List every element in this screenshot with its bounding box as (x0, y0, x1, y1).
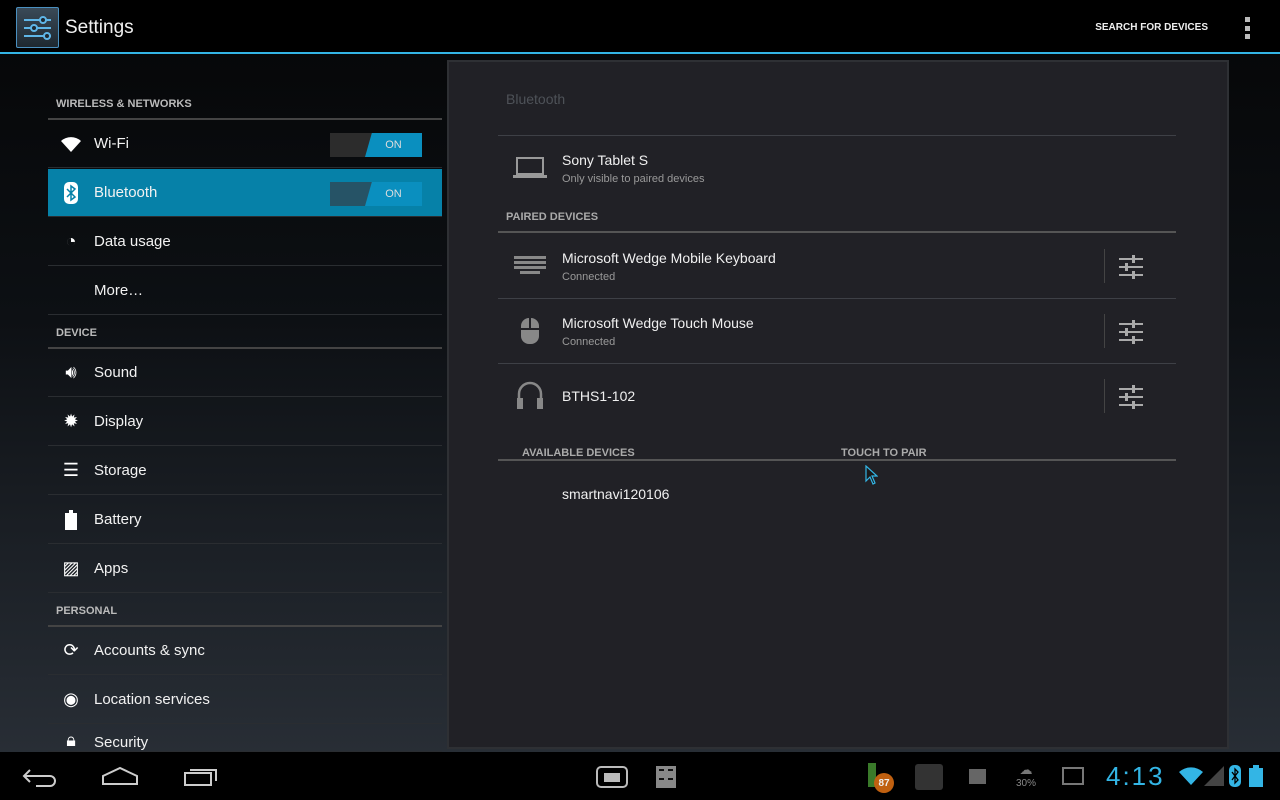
battery-notification-icon[interactable]: 87 (866, 763, 896, 793)
clock[interactable]: 4:13 (1106, 761, 1165, 792)
recent-apps-icon[interactable] (183, 766, 219, 786)
sidebar-item-label: Bluetooth (94, 184, 158, 201)
device-settings-icon[interactable] (1119, 255, 1143, 279)
sidebar-item-label: Storage (94, 462, 147, 479)
paired-devices-header: PAIRED DEVICES (506, 211, 599, 223)
wifi-icon (48, 135, 94, 153)
search-for-devices-button[interactable]: SEARCH FOR DEVICES (1095, 22, 1208, 33)
sidebar-item-label: Apps (94, 560, 129, 577)
sidebar-item-location[interactable]: ◉ Location services (48, 676, 442, 724)
device-name: BTHS1-102 (562, 388, 636, 404)
mouse-pointer-icon (865, 465, 878, 485)
sidebar-item-label: More… (94, 282, 144, 299)
calculator-icon[interactable] (656, 766, 676, 788)
device-settings-icon[interactable] (1119, 385, 1143, 409)
touch-to-pair-label: TOUCH TO PAIR (841, 447, 927, 459)
storage-icon: ☰ (62, 460, 80, 480)
app-notification-icon[interactable] (915, 764, 943, 790)
battery-icon (48, 509, 94, 530)
sidebar-item-data-usage[interactable]: ◔ Data usage (48, 218, 442, 266)
section-device: DEVICE (56, 327, 97, 339)
lock-icon: 🔒︎ (66, 730, 76, 750)
available-devices-header: AVAILABLE DEVICES (522, 447, 635, 459)
toggle-state: ON (365, 182, 422, 206)
battery-status-icon (1249, 765, 1263, 787)
sidebar-item-security[interactable]: 🔒︎ Security (48, 725, 442, 752)
weather-notification[interactable]: ☁ 30% (1012, 762, 1040, 789)
home-icon[interactable] (101, 766, 139, 786)
wifi-signal-icon (1179, 767, 1203, 785)
mouse-icon (512, 318, 548, 344)
data-usage-icon: ◔ (65, 231, 77, 251)
device-settings-icon[interactable] (1119, 320, 1143, 344)
sidebar-item-label: Accounts & sync (94, 642, 205, 659)
section-personal: PERSONAL (56, 605, 118, 617)
cloud-icon: ☁ (1019, 762, 1033, 777)
back-icon[interactable] (22, 766, 58, 788)
sidebar-item-label: Location services (94, 691, 210, 708)
device-status: Connected (562, 336, 616, 348)
sidebar-item-battery[interactable]: Battery (48, 496, 442, 544)
device-status: Connected (562, 271, 616, 283)
paired-device-row[interactable] (498, 299, 1098, 363)
apps-icon: ▨ (62, 558, 80, 578)
sync-icon: ⟳ (63, 640, 79, 660)
device-name: Sony Tablet S (562, 152, 649, 168)
keyboard-icon (512, 256, 548, 274)
settings-app-icon[interactable] (16, 7, 59, 48)
sidebar-item-label: Battery (94, 511, 142, 528)
gallery-notification-icon[interactable] (1062, 767, 1084, 785)
mail-notification-icon[interactable] (969, 769, 986, 784)
wifi-toggle[interactable]: ON (330, 133, 422, 157)
sidebar-item-label: Display (94, 413, 144, 430)
location-icon: ◉ (63, 689, 79, 709)
toggle-state: ON (365, 133, 422, 157)
app-title: Settings (65, 17, 134, 38)
sidebar-item-label: Data usage (94, 233, 171, 250)
panel-title: Bluetooth (506, 91, 566, 107)
device-name: Microsoft Wedge Mobile Keyboard (562, 250, 776, 266)
bluetooth-toggle[interactable]: ON (330, 182, 422, 206)
overflow-menu-icon[interactable] (1245, 17, 1250, 39)
sidebar-item-label: Sound (94, 364, 138, 381)
sidebar-item-display[interactable]: ✹ Display (48, 398, 442, 446)
action-bar (0, 0, 1280, 54)
device-name: smartnavi120106 (562, 486, 670, 502)
device-status: Only visible to paired devices (562, 173, 705, 185)
weather-text: 30% (1015, 778, 1036, 789)
sidebar-item-more[interactable]: More… (48, 267, 442, 315)
headset-icon (512, 381, 548, 411)
cell-signal-icon (1204, 766, 1224, 786)
bluetooth-icon (48, 181, 94, 204)
sidebar-item-sound[interactable]: 🔊︎ Sound (48, 349, 442, 397)
sidebar-item-wifi[interactable]: Wi-Fi ON (48, 120, 442, 168)
laptop-icon (512, 157, 548, 179)
section-wireless-networks: WIRELESS & NETWORKS (56, 98, 192, 110)
sidebar-item-apps[interactable]: ▨ Apps (48, 545, 442, 593)
speaker-icon: 🔊︎ (65, 362, 77, 382)
brightness-icon: ✹ (63, 411, 79, 431)
device-name: Microsoft Wedge Touch Mouse (562, 315, 754, 331)
screen-compat-icon[interactable] (596, 766, 628, 788)
bluetooth-status-icon (1229, 765, 1241, 787)
battery-badge: 87 (874, 773, 894, 793)
sidebar-item-label: Wi-Fi (94, 135, 129, 152)
sidebar-item-accounts-sync[interactable]: ⟳ Accounts & sync (48, 627, 442, 675)
sidebar-item-storage[interactable]: ☰ Storage (48, 447, 442, 495)
sidebar-item-bluetooth[interactable]: Bluetooth ON (48, 169, 442, 217)
sidebar-item-label: Security (94, 734, 149, 751)
